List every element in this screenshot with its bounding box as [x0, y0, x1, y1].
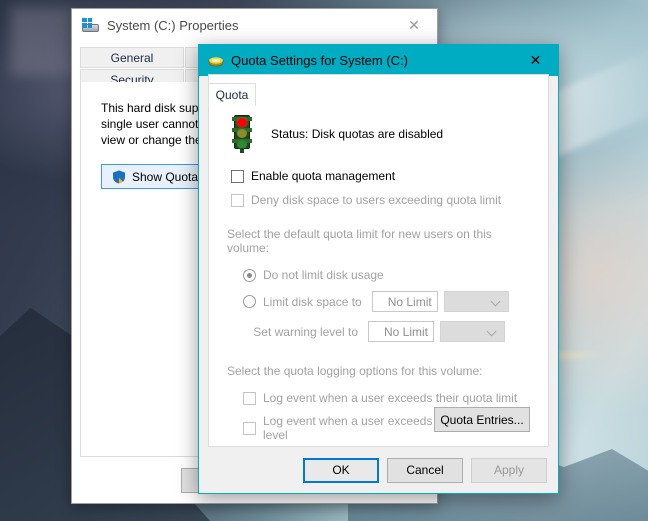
checkbox-box [243, 391, 256, 405]
quota-dialog-title: Quota Settings for System (C:) [231, 53, 409, 68]
quota-footer: OK Cancel Apply [199, 447, 558, 493]
deny-disk-space-label: Deny disk space to users exceeding quota… [251, 193, 502, 207]
quota-ok-button[interactable]: OK [303, 457, 379, 483]
close-icon[interactable]: ✕ [513, 45, 558, 76]
chevron-down-icon [488, 327, 497, 336]
checkbox-box [231, 193, 244, 207]
shield-icon [112, 170, 126, 184]
quota-panel: Status: Disk quotas are disabled Enable … [208, 74, 549, 447]
default-limit-heading: Select the default quota limit for new u… [227, 227, 492, 255]
quota-entries-button[interactable]: Quota Entries... [434, 407, 530, 432]
do-not-limit-disk-usage-radio: Do not limit disk usage [243, 268, 530, 282]
quota-entries-row: Quota Entries... [434, 407, 530, 432]
checkbox-box [243, 421, 256, 435]
limit-disk-space-row: Limit disk space to No Limit [243, 291, 530, 312]
limit-disk-space-label: Limit disk space to [263, 294, 362, 309]
tab-general[interactable]: General [80, 47, 184, 68]
close-icon[interactable]: ✕ [391, 9, 437, 41]
deny-disk-space-checkbox: Deny disk space to users exceeding quota… [231, 193, 530, 207]
quota-status-row: Status: Disk quotas are disabled [227, 113, 530, 155]
show-quota-settings-label: Show Quota [132, 169, 199, 184]
logging-heading: Select the quota logging options for thi… [227, 364, 483, 378]
log-quota-limit-checkbox: Log event when a user exceeds their quot… [243, 391, 530, 405]
properties-title: System (C:) Properties [107, 17, 239, 33]
quota-apply-button: Apply [471, 457, 547, 483]
radio-button [243, 295, 256, 308]
quota-title-bar[interactable]: Quota Settings for System (C:) ✕ [199, 45, 558, 76]
checkbox-box[interactable] [231, 169, 244, 183]
tab-quota[interactable]: Quota [208, 83, 256, 106]
quota-disk-icon [208, 54, 224, 68]
warning-unit-dropdown [440, 321, 505, 342]
limit-disk-space-input[interactable]: No Limit [371, 291, 438, 312]
quota-status-text: Status: Disk quotas are disabled [271, 127, 444, 141]
chevron-down-icon [492, 297, 501, 306]
warning-level-row: Set warning level to No Limit [243, 321, 530, 342]
do-not-limit-disk-usage-label: Do not limit disk usage [263, 268, 384, 282]
enable-quota-management-label: Enable quota management [251, 169, 396, 183]
properties-title-bar[interactable]: System (C:) Properties ✕ [72, 9, 437, 41]
quota-cancel-button[interactable]: Cancel [387, 457, 463, 483]
log-quota-limit-label: Log event when a user exceeds their quot… [263, 391, 518, 405]
warning-level-input[interactable]: No Limit [368, 321, 434, 342]
traffic-light-icon [231, 115, 253, 153]
warning-level-label: Set warning level to [253, 324, 358, 339]
radio-button [243, 268, 256, 282]
drive-icon [82, 17, 99, 33]
quota-settings-dialog[interactable]: Quota Settings for System (C:) ✕ Quota S… [198, 44, 559, 494]
limit-unit-dropdown [443, 291, 509, 312]
enable-quota-management-checkbox[interactable]: Enable quota management [231, 169, 530, 183]
